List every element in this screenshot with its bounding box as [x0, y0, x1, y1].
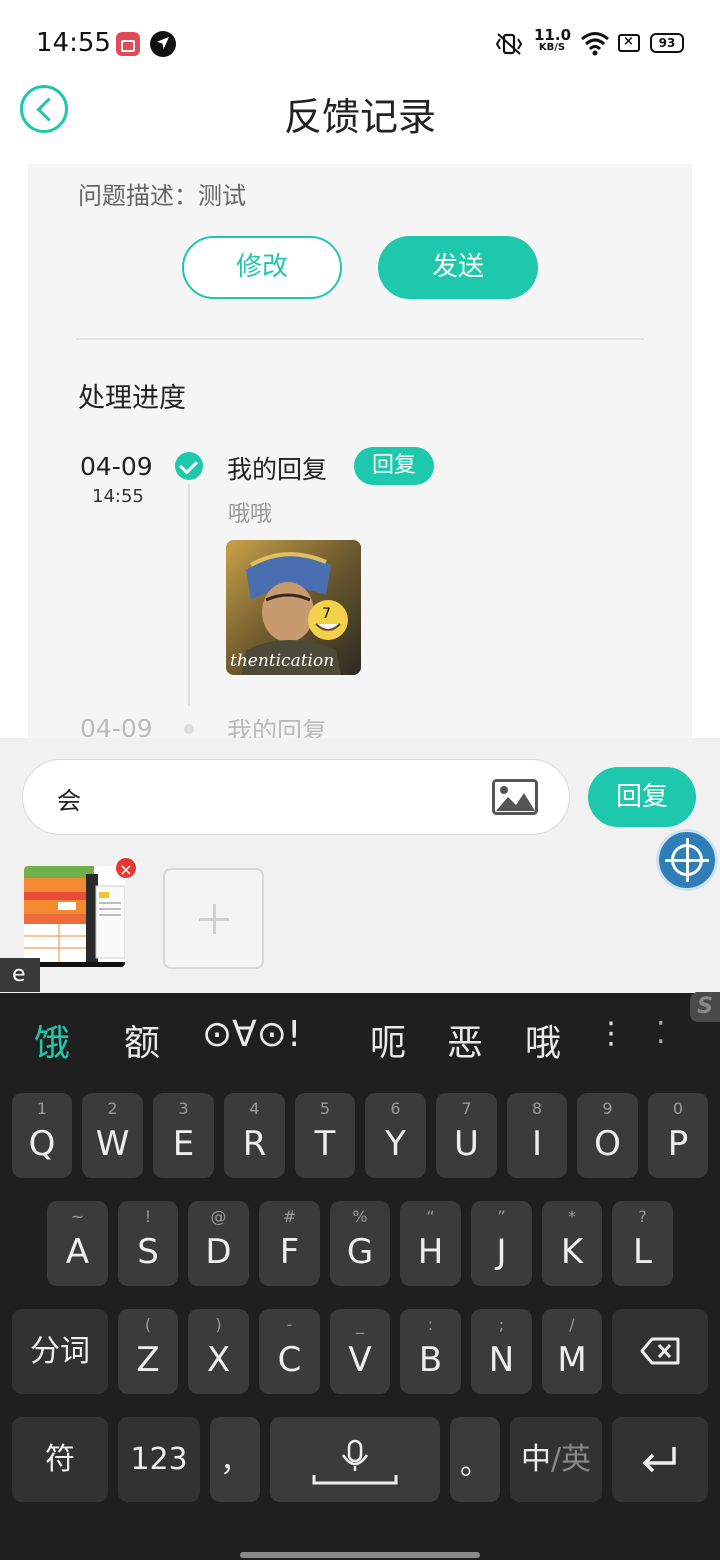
- lang-zh: 中: [520, 1442, 551, 1477]
- divider: [76, 338, 644, 340]
- key-a[interactable]: ~ A: [47, 1201, 108, 1286]
- key-w[interactable]: 2W: [82, 1093, 143, 1178]
- timeline-reply-tag[interactable]: 回复: [354, 447, 434, 485]
- backspace-key[interactable]: [612, 1309, 708, 1394]
- progress-title: 处理进度: [78, 383, 186, 414]
- period-key[interactable]: 。: [450, 1417, 500, 1502]
- candidate-word[interactable]: 呃: [370, 1014, 406, 1066]
- key-d[interactable]: @ D: [188, 1201, 249, 1286]
- reply-input[interactable]: [57, 780, 477, 816]
- candidate-word[interactable]: 额: [124, 1014, 160, 1066]
- send-button[interactable]: 发送: [378, 236, 538, 299]
- more-candidates-icon[interactable]: ⋮: [596, 1016, 626, 1051]
- key-y[interactable]: 6Y: [365, 1093, 426, 1178]
- key-e[interactable]: 3E: [153, 1093, 214, 1178]
- symbol-key[interactable]: 符: [12, 1417, 108, 1502]
- key-j[interactable]: ” J: [471, 1201, 532, 1286]
- space-key[interactable]: [270, 1417, 440, 1502]
- key-i[interactable]: 8I: [507, 1093, 567, 1178]
- lang-en: 英: [561, 1442, 592, 1477]
- microphone-icon: [312, 1439, 398, 1485]
- key-v[interactable]: _ V: [330, 1309, 390, 1394]
- key-m[interactable]: / M: [542, 1309, 602, 1394]
- enter-icon: [642, 1447, 676, 1473]
- svg-text:7: 7: [322, 606, 331, 622]
- battery-icon: 93: [650, 33, 684, 53]
- status-time: 14:55: [36, 28, 111, 58]
- attachment-screenshot-image: [24, 866, 125, 967]
- network-speed: 11.0 KB/S: [534, 26, 572, 53]
- vibrate-icon: [495, 33, 523, 55]
- key-f[interactable]: # F: [259, 1201, 320, 1286]
- number-key[interactable]: 123: [118, 1417, 200, 1502]
- problem-description: 问题描述：测试: [78, 182, 246, 210]
- candidate-menu-icon[interactable]: ⁚: [656, 1016, 666, 1051]
- screen-record-icon: [116, 32, 140, 56]
- comma-key[interactable]: ，: [210, 1417, 260, 1502]
- key-h[interactable]: “H: [400, 1201, 461, 1286]
- key-n[interactable]: ; N: [471, 1309, 532, 1394]
- segment-key[interactable]: 分词: [12, 1309, 108, 1394]
- key-c[interactable]: -C: [259, 1309, 320, 1394]
- timeline-title: 我的回复: [227, 455, 328, 484]
- key-p[interactable]: 0P: [648, 1093, 708, 1178]
- key-x[interactable]: ) X: [188, 1309, 249, 1394]
- timeline-time: 14:55: [92, 486, 144, 507]
- network-speed-value: 11.0: [534, 26, 572, 44]
- image-watermark-text: thentication: [230, 651, 334, 671]
- key-o[interactable]: 9O: [577, 1093, 638, 1178]
- home-indicator[interactable]: [240, 1552, 480, 1558]
- key-u[interactable]: 7U: [436, 1093, 497, 1178]
- timeline-dot: [184, 724, 194, 734]
- check-circle-icon: [175, 452, 203, 480]
- reply-input-container: [22, 759, 570, 835]
- timeline-date: 04-09: [80, 452, 153, 481]
- page-title: 反馈记录: [283, 95, 436, 139]
- key-k[interactable]: * K: [542, 1201, 602, 1286]
- key-t[interactable]: 5T: [295, 1093, 355, 1178]
- edit-button[interactable]: 修改: [182, 236, 342, 299]
- ime-indicator: e: [0, 958, 40, 992]
- floating-assistant-button[interactable]: [656, 829, 718, 891]
- backspace-icon: [640, 1337, 680, 1365]
- network-speed-unit: KB/S: [538, 42, 566, 53]
- candidate-word[interactable]: 饿: [34, 1014, 70, 1066]
- wifi-icon: [581, 32, 609, 56]
- lang-separator: /: [550, 1442, 562, 1477]
- close-box-icon: ×: [618, 34, 640, 52]
- candidate-word[interactable]: 哦: [525, 1014, 561, 1066]
- key-r[interactable]: 4R: [224, 1093, 285, 1178]
- key-z[interactable]: (Z: [118, 1309, 178, 1394]
- app-notification-icon: [150, 31, 176, 57]
- timeline-content: 哦哦: [228, 502, 273, 527]
- attachment-thumbnail[interactable]: [24, 866, 125, 967]
- image-icon[interactable]: [492, 779, 538, 815]
- ime-logo-icon[interactable]: S: [690, 992, 720, 1022]
- key-s[interactable]: ! S: [118, 1201, 178, 1286]
- reply-image-thumbnail[interactable]: 7 thentication: [226, 540, 361, 675]
- reply-submit-button[interactable]: 回复: [588, 767, 696, 827]
- remove-attachment-close-icon[interactable]: ×: [114, 856, 138, 880]
- key-l[interactable]: ? L: [612, 1201, 673, 1286]
- key-b[interactable]: :B: [400, 1309, 461, 1394]
- key-g[interactable]: % G: [330, 1201, 390, 1286]
- language-switch-key[interactable]: 中/英: [510, 1417, 602, 1502]
- add-image-plus-icon[interactable]: [163, 868, 264, 969]
- key-q[interactable]: 1Q: [12, 1093, 72, 1178]
- warrior-image: 7 thentication: [226, 540, 361, 675]
- enter-key[interactable]: [612, 1417, 708, 1502]
- candidate-word[interactable]: 恶: [447, 1014, 483, 1066]
- candidate-word[interactable]: ⊙∀⊙!: [202, 1014, 301, 1055]
- timeline-line: [188, 484, 190, 706]
